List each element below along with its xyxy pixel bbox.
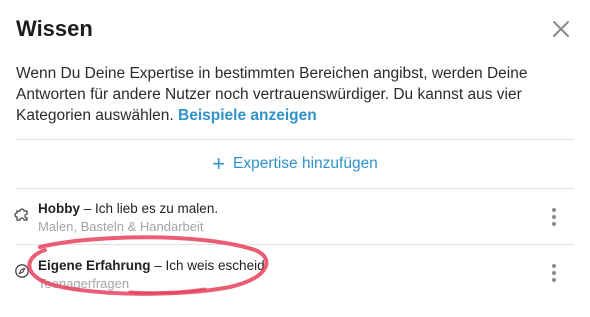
close-icon <box>553 21 569 37</box>
expertise-topics: Teenagerfragen <box>38 276 130 291</box>
expertise-item-experience[interactable]: Eigene Erfahrung – Ich weis escheid Teen… <box>0 248 590 298</box>
expertise-statement: Ich lieb es zu malen. <box>95 201 219 216</box>
expertise-item-hobby[interactable]: Hobby – Ich lieb es zu malen. Malen, Bas… <box>0 192 590 242</box>
expertise-topics: Malen, Basteln & Handarbeit <box>38 219 204 234</box>
add-expertise-button[interactable]: + Expertise hinzufügen <box>0 152 590 176</box>
compass-icon <box>15 264 29 278</box>
expertise-statement: Ich weis escheid <box>165 258 265 273</box>
divider <box>16 139 574 140</box>
expertise-dialog: Wissen Wenn Du Deine Expertise in bestim… <box>0 0 590 317</box>
more-options-button[interactable] <box>548 206 560 228</box>
add-expertise-label: Expertise hinzufügen <box>233 155 378 172</box>
divider <box>16 244 574 245</box>
expertise-headline: Hobby – Ich lieb es zu malen. <box>38 201 218 216</box>
close-button[interactable] <box>550 18 572 40</box>
expertise-headline: Eigene Erfahrung – Ich weis escheid <box>38 258 265 273</box>
plus-icon: + <box>212 151 226 176</box>
expertise-separator: – <box>150 258 166 273</box>
expertise-category: Eigene Erfahrung <box>38 258 151 273</box>
dialog-title: Wissen <box>16 16 93 41</box>
expertise-separator: – <box>80 201 96 216</box>
puzzle-icon <box>14 208 28 221</box>
expertise-category: Hobby <box>38 201 80 216</box>
dialog-description: Wenn Du Deine Expertise in bestimmten Be… <box>16 63 576 126</box>
more-options-button[interactable] <box>548 262 560 284</box>
divider <box>16 188 574 189</box>
examples-link[interactable]: Beispiele anzeigen <box>178 107 317 124</box>
